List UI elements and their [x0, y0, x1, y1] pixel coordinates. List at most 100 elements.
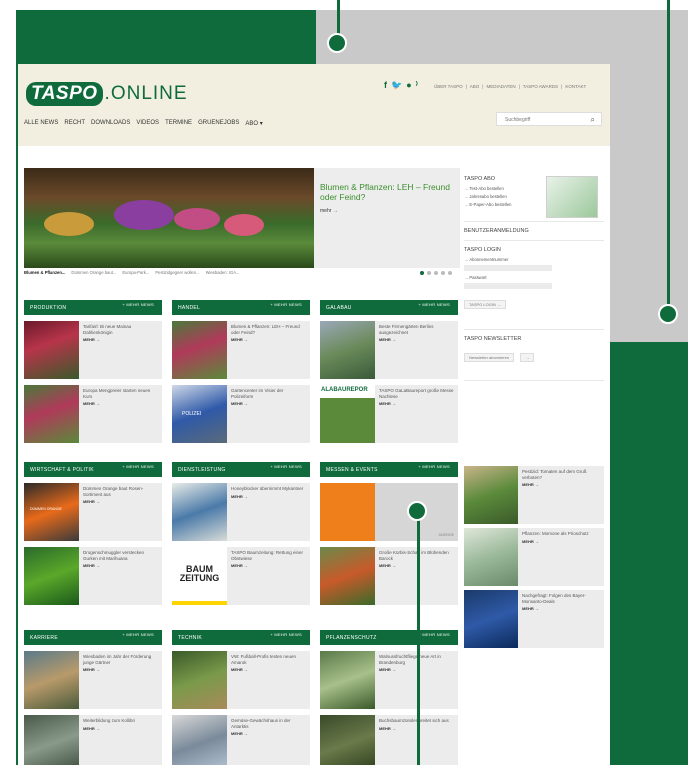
- side-news-card[interactable]: Nachgefragt: Folgen des Bayer-Monsanto-D…: [464, 590, 604, 648]
- more-link[interactable]: MEHR →: [83, 499, 158, 505]
- news-card[interactable]: Honeyblocker übernimmt Mykantner MEHR →: [172, 483, 310, 541]
- news-headline[interactable]: Tarifairl: Bi neue Mainau Dahlienkönigin: [83, 324, 131, 335]
- news-card[interactable]: DÜMMEN ORANGE Dümmen Orange baut Rosen-So…: [24, 483, 162, 541]
- news-headline[interactable]: TASPO GaLaBaureport große Messe Nachlese: [379, 388, 453, 399]
- news-headline[interactable]: Walnussfruchtfliege neue Art in Brandenb…: [379, 654, 441, 665]
- section-header[interactable]: TECHNIK + MEHR NEWS: [172, 630, 310, 645]
- more-link[interactable]: MEHR →: [522, 539, 600, 545]
- more-link[interactable]: MEHR →: [379, 401, 454, 407]
- news-card[interactable]: Wiesbaden im Jahr der Förderung junge Gä…: [24, 651, 162, 709]
- more-link[interactable]: MEHR →: [231, 401, 306, 407]
- section-header[interactable]: KARRIERE + MEHR NEWS: [24, 630, 162, 645]
- news-card[interactable]: Tarifairl: Bi neue Mainau Dahlienkönigin…: [24, 321, 162, 379]
- news-headline[interactable]: Drogenschmuggler verstecken Gurken mit M…: [83, 550, 144, 561]
- newsletter-submit-button[interactable]: →: [520, 353, 535, 362]
- section-header[interactable]: PRODUKTION + MEHR NEWS: [24, 300, 162, 315]
- news-card[interactable]: Gemüse-Gewächshaus in der Antarktis MEHR …: [172, 715, 310, 765]
- login-button[interactable]: TASPO LOGIN →: [464, 300, 506, 309]
- whatsapp-icon[interactable]: ●: [406, 80, 411, 91]
- news-card[interactable]: Weiterbildung zum Kollibri MEHR →: [24, 715, 162, 765]
- hero-tab[interactable]: Pestizidgegner wollen...: [155, 270, 199, 275]
- section-header[interactable]: DIENSTLEISTUNG + MEHR NEWS: [172, 462, 310, 477]
- news-headline[interactable]: Buchsbaumzünsler breitet sich aus: [379, 718, 449, 723]
- facebook-icon[interactable]: f: [384, 80, 387, 91]
- more-link[interactable]: MEHR →: [231, 563, 306, 569]
- news-card[interactable]: Buchsbaumzünsler breitet sich aus MEHR →: [320, 715, 458, 765]
- side-news-card[interactable]: Pestizid: Tomaten auf dem Gruß verboten?…: [464, 466, 604, 524]
- news-headline[interactable]: Große Kürbis-Schau im Blühenden Barock: [379, 550, 449, 561]
- more-link[interactable]: MEHR →: [83, 337, 158, 343]
- news-headline[interactable]: Honeyblocker übernimmt Mykantner: [231, 486, 303, 491]
- section-header[interactable]: GALABAU + MEHR NEWS: [320, 300, 458, 315]
- section-header[interactable]: WIRTSCHAFT & POLITIK + MEHR NEWS: [24, 462, 162, 477]
- slider-dot[interactable]: [427, 271, 431, 275]
- more-link[interactable]: MEHR →: [522, 606, 600, 612]
- abo-number-field[interactable]: [464, 265, 552, 271]
- news-headline[interactable]: Beste Firmengärten Berlins ausgezeichnet: [379, 324, 434, 335]
- news-card[interactable]: Blumen & Pflanzen: LEH – Freund oder Fei…: [172, 321, 310, 379]
- nav-alle-news[interactable]: ALLE NEWS: [24, 120, 58, 127]
- nav-downloads[interactable]: DOWNLOADS: [91, 120, 130, 127]
- news-card[interactable]: BAUM ZEITUNG TASPO Baumzeitung: Rettung ei…: [172, 547, 310, 605]
- nav-gruenejobs[interactable]: GRUENEJOBS: [198, 120, 239, 127]
- more-link[interactable]: MEHR →: [231, 731, 306, 737]
- top-link-taspo-awards[interactable]: TASPO AWARDS: [523, 84, 558, 89]
- news-card[interactable]: Drogenschmuggler verstecken Gurken mit M…: [24, 547, 162, 605]
- more-link[interactable]: MEHR →: [379, 337, 454, 343]
- more-link[interactable]: MEHR →: [231, 667, 306, 673]
- news-headline[interactable]: VW: Fußball-Profis testen neuen Amarok: [231, 654, 296, 665]
- rss-icon[interactable]: ⁾: [416, 80, 418, 91]
- more-link[interactable]: MEHR →: [83, 726, 158, 732]
- twitter-icon[interactable]: 🐦: [391, 80, 402, 91]
- news-card[interactable]: POLIZEI Gartencenter im Visier der Polize…: [172, 385, 310, 443]
- slider-dot[interactable]: [448, 271, 452, 275]
- hero-more-link[interactable]: mehr →: [320, 208, 338, 214]
- news-card[interactable]: Walnussfruchtfliege neue Art in Brandenb…: [320, 651, 458, 709]
- news-headline[interactable]: Wiesbaden im Jahr der Förderung junge Gä…: [83, 654, 151, 665]
- news-headline[interactable]: TASPO Baumzeitung: Rettung einer Obstwie…: [231, 550, 303, 561]
- news-headline[interactable]: Pestizid: Tomaten auf dem Gruß verboten?: [522, 469, 586, 480]
- more-link[interactable]: MEHR →: [231, 337, 306, 343]
- nav-termine[interactable]: TERMINE: [165, 120, 192, 127]
- slider-dot[interactable]: [434, 271, 438, 275]
- news-headline[interactable]: Dümmen Orange baut Rosen-Sortiment aus: [83, 486, 143, 497]
- search-icon[interactable]: ⌕: [591, 115, 595, 125]
- hero-tab[interactable]: Europa-Park...: [122, 270, 149, 275]
- more-link[interactable]: MEHR →: [83, 401, 158, 407]
- nav-recht[interactable]: RECHT: [64, 120, 85, 127]
- slider-dot[interactable]: [420, 271, 424, 275]
- news-headline[interactable]: Gartencenter im Visier der Polizeiform: [231, 388, 283, 399]
- news-headline[interactable]: Weiterbildung zum Kollibri: [83, 718, 135, 723]
- top-link-mediadaten[interactable]: MEDIADATEN: [486, 84, 515, 89]
- more-link[interactable]: MEHR →: [522, 482, 600, 488]
- hero-tab[interactable]: Dümmen Orange baut...: [71, 270, 116, 275]
- hero-image[interactable]: [24, 168, 314, 268]
- top-link-kontakt[interactable]: KONTAKT: [565, 84, 586, 89]
- more-link[interactable]: MEHR →: [231, 494, 306, 500]
- nav-videos[interactable]: VIDEOS: [136, 120, 159, 127]
- section-header[interactable]: HANDEL + MEHR NEWS: [172, 300, 310, 315]
- news-headline[interactable]: Pflanzen: Momone als Prioschutz: [522, 531, 589, 536]
- news-headline[interactable]: Nachgefragt: Folgen des Bayer-Monsanto-D…: [522, 593, 586, 604]
- search-input[interactable]: Suchbegriff ⌕: [496, 112, 602, 126]
- nav-abo-dropdown[interactable]: ABO ▾: [245, 120, 262, 127]
- hero-tab[interactable]: Blumen & Pflanzen...: [24, 270, 65, 275]
- top-link-ueber-taspo[interactable]: ÜBER TASPO: [434, 84, 463, 89]
- news-headline[interactable]: Europa Mengpreier starten neuen Kurs: [83, 388, 150, 399]
- taspo-logo[interactable]: TASPO .ONLINE: [26, 82, 188, 106]
- news-card[interactable]: VW: Fußball-Profis testen neuen Amarok ME…: [172, 651, 310, 709]
- news-headline[interactable]: Blumen & Pflanzen: LEH – Freund oder Fei…: [231, 324, 300, 335]
- password-field[interactable]: [464, 283, 552, 289]
- news-headline[interactable]: Gemüse-Gewächshaus in der Antarktis: [231, 718, 291, 729]
- slider-dot[interactable]: [441, 271, 445, 275]
- top-link-abo[interactable]: ABO: [470, 84, 480, 89]
- more-link[interactable]: MEHR →: [83, 667, 158, 673]
- hero-tab[interactable]: Wiesbaden: IGA...: [206, 270, 240, 275]
- more-link[interactable]: MEHR →: [83, 563, 158, 569]
- section-header[interactable]: MESSEN & EVENTS + MEHR NEWS: [320, 462, 458, 477]
- events-banner[interactable]: ANZEIGE: [320, 483, 458, 541]
- newsletter-select[interactable]: Newsletter abonnieren: [464, 353, 515, 362]
- side-news-card[interactable]: Pflanzen: Momone als Prioschutz MEHR →: [464, 528, 604, 586]
- news-card[interactable]: Europa Mengpreier starten neuen Kurs MEHR…: [24, 385, 162, 443]
- news-card[interactable]: Große Kürbis-Schau im Blühenden Barock ME…: [320, 547, 458, 605]
